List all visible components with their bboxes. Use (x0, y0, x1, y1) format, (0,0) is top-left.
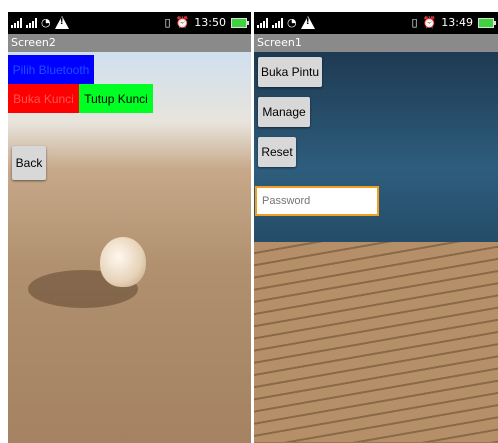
screen-title: Screen2 (8, 34, 251, 52)
signal-icon (257, 17, 268, 28)
status-bar: ◔ ▯ ⏰ 13:49 (254, 12, 498, 34)
wifi-icon: ◔ (287, 16, 297, 29)
wooden-pier (254, 242, 498, 442)
password-input[interactable] (255, 186, 379, 216)
back-button[interactable]: Back (12, 146, 46, 180)
signal-icon (272, 17, 283, 28)
seashell-image (100, 237, 146, 287)
battery-icon (478, 17, 496, 28)
status-bar: ◔ ▯ ⏰ 13:50 (8, 12, 251, 34)
sea-background: Buka Pintu Manage Reset (254, 52, 498, 443)
pilih-bluetooth-button[interactable]: Pilih Bluetooth (8, 55, 94, 84)
phone-screen2: ◔ ▯ ⏰ 13:50 Screen2 Pilih Bluetooth Buka… (8, 12, 251, 443)
vibrate-icon: ▯ (411, 16, 418, 29)
reset-button[interactable]: Reset (258, 137, 296, 167)
manage-button[interactable]: Manage (258, 97, 310, 127)
status-time: 13:49 (441, 16, 473, 29)
signal-icon (11, 17, 22, 28)
alarm-icon: ⏰ (422, 16, 437, 29)
warning-icon (300, 16, 315, 29)
signal-icon (26, 17, 37, 28)
warning-icon (54, 16, 69, 29)
screen-title: Screen1 (254, 34, 498, 52)
alarm-icon: ⏰ (175, 16, 190, 29)
tutup-kunci-button[interactable]: Tutup Kunci (79, 84, 153, 113)
phone-screen1: ◔ ▯ ⏰ 13:49 Screen1 Buka Pintu Manage Re… (254, 12, 498, 443)
vibrate-icon: ▯ (164, 16, 171, 29)
buka-kunci-button[interactable]: Buka Kunci (8, 84, 79, 113)
wifi-icon: ◔ (41, 16, 51, 29)
status-time: 13:50 (194, 16, 226, 29)
beach-background: Pilih Bluetooth Buka Kunci Tutup Kunci B… (8, 52, 251, 443)
buka-pintu-button[interactable]: Buka Pintu (258, 57, 322, 87)
battery-icon (231, 17, 249, 28)
